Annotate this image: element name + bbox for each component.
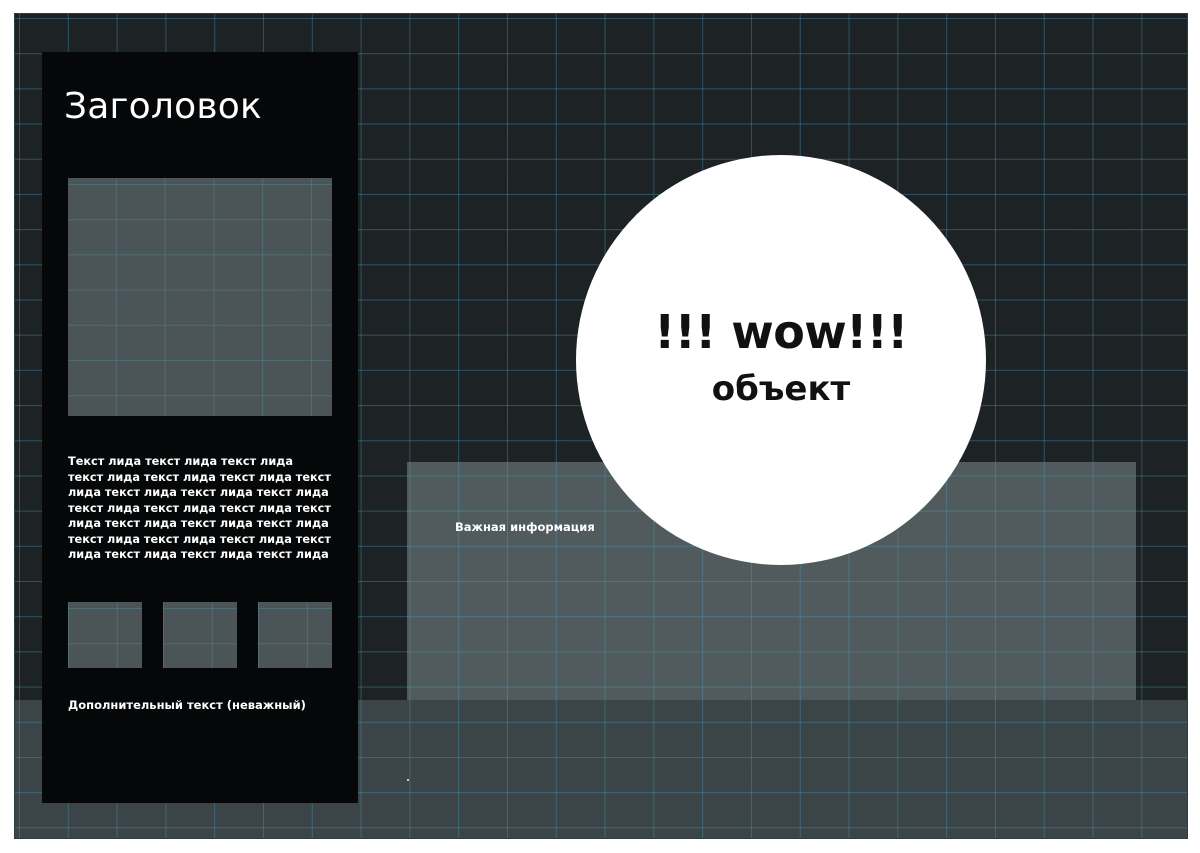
secondary-text: Дополнительный текст (неважный)	[68, 698, 306, 712]
highlight-sub-text: объект	[711, 369, 851, 409]
main-image-placeholder	[68, 178, 332, 416]
page-title: Заголовок	[64, 86, 262, 127]
highlight-main-text: !!! wow!!!	[654, 305, 908, 359]
layout-canvas: Заголовок Текст лида текст лида текст ли…	[14, 13, 1188, 839]
thumbnail-placeholder-2	[163, 602, 237, 668]
lead-text: Текст лида текст лида текст лида текст л…	[68, 455, 331, 561]
thumbnail-placeholder-3	[258, 602, 332, 668]
important-info-label: Важная информация	[455, 520, 595, 534]
stray-dot	[407, 779, 409, 781]
highlight-circle: !!! wow!!! объект	[576, 155, 986, 565]
thumbnail-placeholder-1	[68, 602, 142, 668]
sidebar-column: Заголовок Текст лида текст лида текст ли…	[42, 52, 358, 803]
